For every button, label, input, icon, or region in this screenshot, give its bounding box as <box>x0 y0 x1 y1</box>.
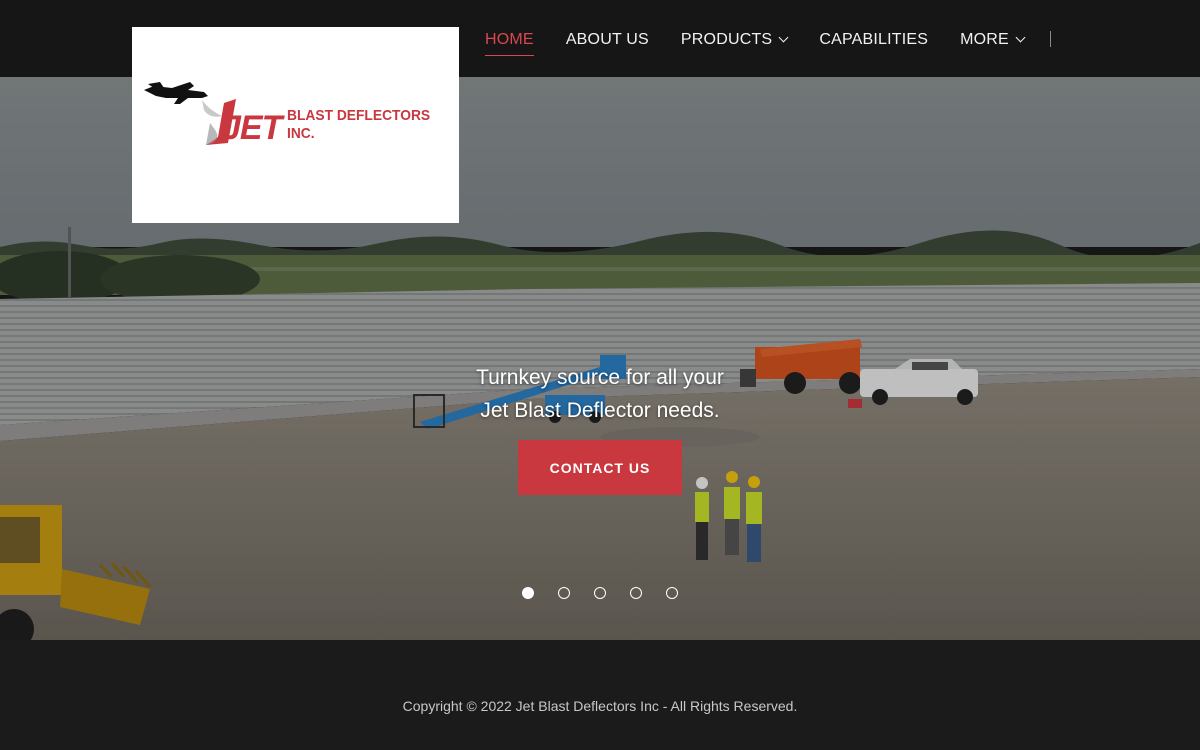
nav-capabilities-label: CAPABILITIES <box>819 30 929 48</box>
site-footer: Copyright © 2022 Jet Blast Deflectors In… <box>0 640 1200 750</box>
site-logo[interactable]: JET BLAST DEFLECTORS INC. <box>132 27 459 223</box>
nav-about-us[interactable]: ABOUT US <box>566 29 649 49</box>
nav-home[interactable]: HOME <box>485 29 534 56</box>
contact-us-label: CONTACT US <box>549 459 651 476</box>
chevron-down-icon <box>1015 32 1026 43</box>
contact-us-button[interactable]: CONTACT US <box>518 440 682 495</box>
hero-tagline: Turnkey source for all your Jet Blast De… <box>0 361 1200 427</box>
nav-products-label: PRODUCTS <box>680 30 773 48</box>
nav-capabilities[interactable]: CAPABILITIES <box>819 29 928 49</box>
nav-more[interactable]: MORE <box>960 29 1026 49</box>
logo-wordmark: JET BLAST DEFLECTORS INC. <box>222 107 459 145</box>
nav-home-label: HOME <box>485 30 534 48</box>
slider-pagination <box>0 587 1200 601</box>
logo-brand-rest: BLAST DEFLECTORS INC. <box>287 107 431 142</box>
slide-dot-1[interactable] <box>522 587 534 599</box>
slide-dot-4[interactable] <box>630 587 642 599</box>
nav-products[interactable]: PRODUCTS <box>680 29 789 49</box>
logo-brand-word: JET <box>222 109 282 147</box>
copyright-text: Copyright © 2022 Jet Blast Deflectors In… <box>402 698 798 714</box>
nav-more-label: MORE <box>960 30 1009 48</box>
hero-tagline-line-2: Jet Blast Deflector needs. <box>480 399 720 422</box>
chevron-down-icon <box>778 32 789 43</box>
slide-dot-2[interactable] <box>558 587 570 599</box>
slide-dot-5[interactable] <box>666 587 678 599</box>
nav-divider <box>1049 30 1051 47</box>
slide-dot-3[interactable] <box>594 587 606 599</box>
nav-about-us-label: ABOUT US <box>565 30 649 48</box>
main-nav: HOME ABOUT US PRODUCTS CAPABILITIES MORE <box>485 0 1051 77</box>
hero-tagline-line-1: Turnkey source for all your <box>476 366 724 389</box>
